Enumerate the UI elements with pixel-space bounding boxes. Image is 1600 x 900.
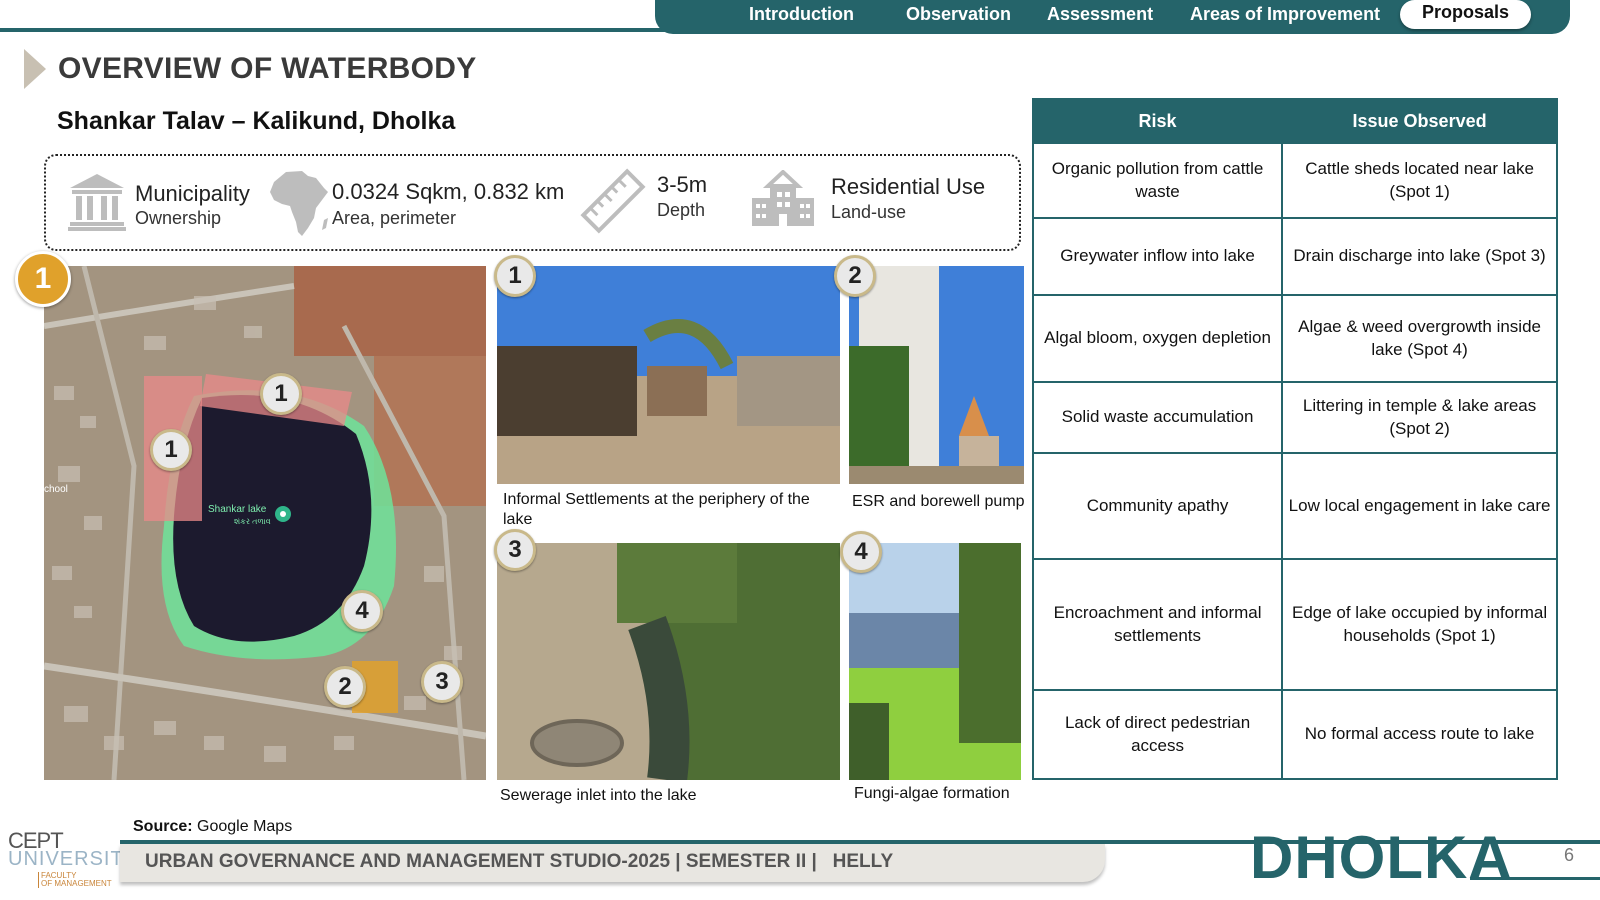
map-number-badge: 1 (15, 251, 71, 307)
map-pin-4[interactable]: 4 (341, 590, 383, 632)
photo-settlements (497, 266, 840, 484)
ruler-icon (580, 168, 646, 234)
header-risk: Risk (1031, 98, 1284, 144)
ownership-value: Municipality (135, 181, 250, 206)
top-divider (0, 28, 700, 32)
risk-cell: Encroachment and informal settlements (1031, 558, 1284, 691)
map-lake-label: Shankar lake (208, 504, 267, 515)
issue-cell: Littering in temple & lake areas (Spot 2… (1281, 381, 1558, 454)
satellite-map[interactable]: Shankar lake શંકર તળાવ chool (44, 266, 486, 780)
nav-assessment[interactable]: Assessment (1047, 4, 1153, 25)
nav-proposals[interactable]: Proposals (1400, 0, 1532, 29)
cept-university-logo: CEPT UNIVERSITY FACULTY OF MANAGEMENT (8, 828, 137, 892)
depth-label: Depth (657, 200, 706, 220)
map-pin-2[interactable]: 2 (324, 666, 366, 708)
residential-buildings-icon (752, 170, 814, 226)
page-title: OVERVIEW OF WATERBODY (58, 52, 477, 85)
table-row: Community apathy Low local engagement in… (1031, 452, 1558, 560)
table-row: Greywater inflow into lake Drain dischar… (1031, 217, 1558, 296)
map-pin-3[interactable]: 3 (421, 661, 463, 703)
map-lake-label-local: શંકર તળાવ (234, 517, 271, 526)
landuse-label: Land-use (831, 202, 907, 222)
landuse-value: Residential Use (831, 174, 986, 199)
depth-value: 3-5m (657, 172, 708, 197)
nav-introduction[interactable]: Introduction (749, 4, 854, 25)
logo-line-2: UNIVERSITY (8, 848, 139, 870)
issue-cell: Low local engagement in lake care (1281, 452, 1558, 560)
source-value: Google Maps (197, 818, 293, 835)
logo-line-4: OF MANAGEMENT (41, 879, 112, 888)
photo-1-number: 1 (494, 255, 536, 297)
photo-4-number: 4 (840, 531, 882, 573)
risk-cell: Lack of direct pedestrian access (1031, 689, 1284, 780)
header-issue-observed: Issue Observed (1281, 98, 1558, 144)
photo-sewerage-inlet (497, 543, 840, 780)
table-row: Organic pollution from cattle waste Catt… (1031, 142, 1558, 219)
photo-3-number: 3 (494, 529, 536, 571)
map-pin-1b[interactable]: 1 (150, 429, 192, 471)
area-value: 0.0324 Sqkm, 0.832 km (332, 179, 565, 204)
photo-esr-pump (849, 266, 1024, 484)
studio-footer-text: URBAN GOVERNANCE AND MANAGEMENT STUDIO-2… (145, 851, 894, 872)
table-row: Encroachment and informal settlements Ed… (1031, 558, 1558, 691)
photo-2-caption: ESR and borewell pump (852, 493, 1025, 510)
risk-cell: Community apathy (1031, 452, 1284, 560)
photo-2-number: 2 (834, 255, 876, 297)
issue-cell: Cattle sheds located near lake (Spot 1) (1281, 142, 1558, 219)
table-row: Algal bloom, oxygen depletion Algae & we… (1031, 294, 1558, 383)
table-row: Solid waste accumulation Littering in te… (1031, 381, 1558, 454)
page-number: 6 (1564, 845, 1575, 865)
issue-cell: Drain discharge into lake (Spot 3) (1281, 217, 1558, 296)
risk-cell: Greywater inflow into lake (1031, 217, 1284, 296)
issue-cell: Algae & weed overgrowth inside lake (Spo… (1281, 294, 1558, 383)
title-marker-icon (24, 49, 46, 89)
area-label: Area, perimeter (332, 208, 457, 228)
stats-box: Municipality Ownership 0.0324 Sqkm, 0.83… (44, 154, 1021, 251)
map-edge-label: chool (44, 484, 68, 495)
photo-1-caption: Informal Settlements at the periphery of… (503, 491, 810, 528)
photo-4-caption: Fungi-algae formation (854, 785, 1010, 802)
source-note: Source: Google Maps (133, 818, 292, 836)
table-row: Lack of direct pedestrian access No form… (1031, 689, 1558, 780)
ownership-label: Ownership (135, 208, 222, 228)
nav-areas-of-improvement[interactable]: Areas of Improvement (1190, 4, 1380, 25)
risk-cell: Solid waste accumulation (1031, 381, 1284, 454)
risk-cell: Algal bloom, oxygen depletion (1031, 294, 1284, 383)
photo-3-caption: Sewerage inlet into the lake (500, 787, 697, 804)
risk-table: Risk Issue Observed Organic pollution fr… (1031, 98, 1558, 780)
city-underline (1470, 877, 1600, 880)
issue-cell: No formal access route to lake (1281, 689, 1558, 780)
issue-cell: Edge of lake occupied by informal househ… (1281, 558, 1558, 691)
nav-observation[interactable]: Observation (906, 4, 1011, 25)
photo-fungi-algae (849, 543, 1021, 780)
section-nav: Introduction Observation Assessment Area… (655, 0, 1570, 34)
logo-faculty: FACULTY OF MANAGEMENT (38, 872, 112, 888)
government-building-icon (68, 174, 126, 231)
map-pin-1a[interactable]: 1 (260, 373, 302, 415)
page-subtitle: Shankar Talav – Kalikund, Dholka (57, 107, 456, 135)
risk-cell: Organic pollution from cattle waste (1031, 142, 1284, 219)
source-label: Source: (133, 818, 193, 835)
map-shape-icon (270, 171, 328, 236)
